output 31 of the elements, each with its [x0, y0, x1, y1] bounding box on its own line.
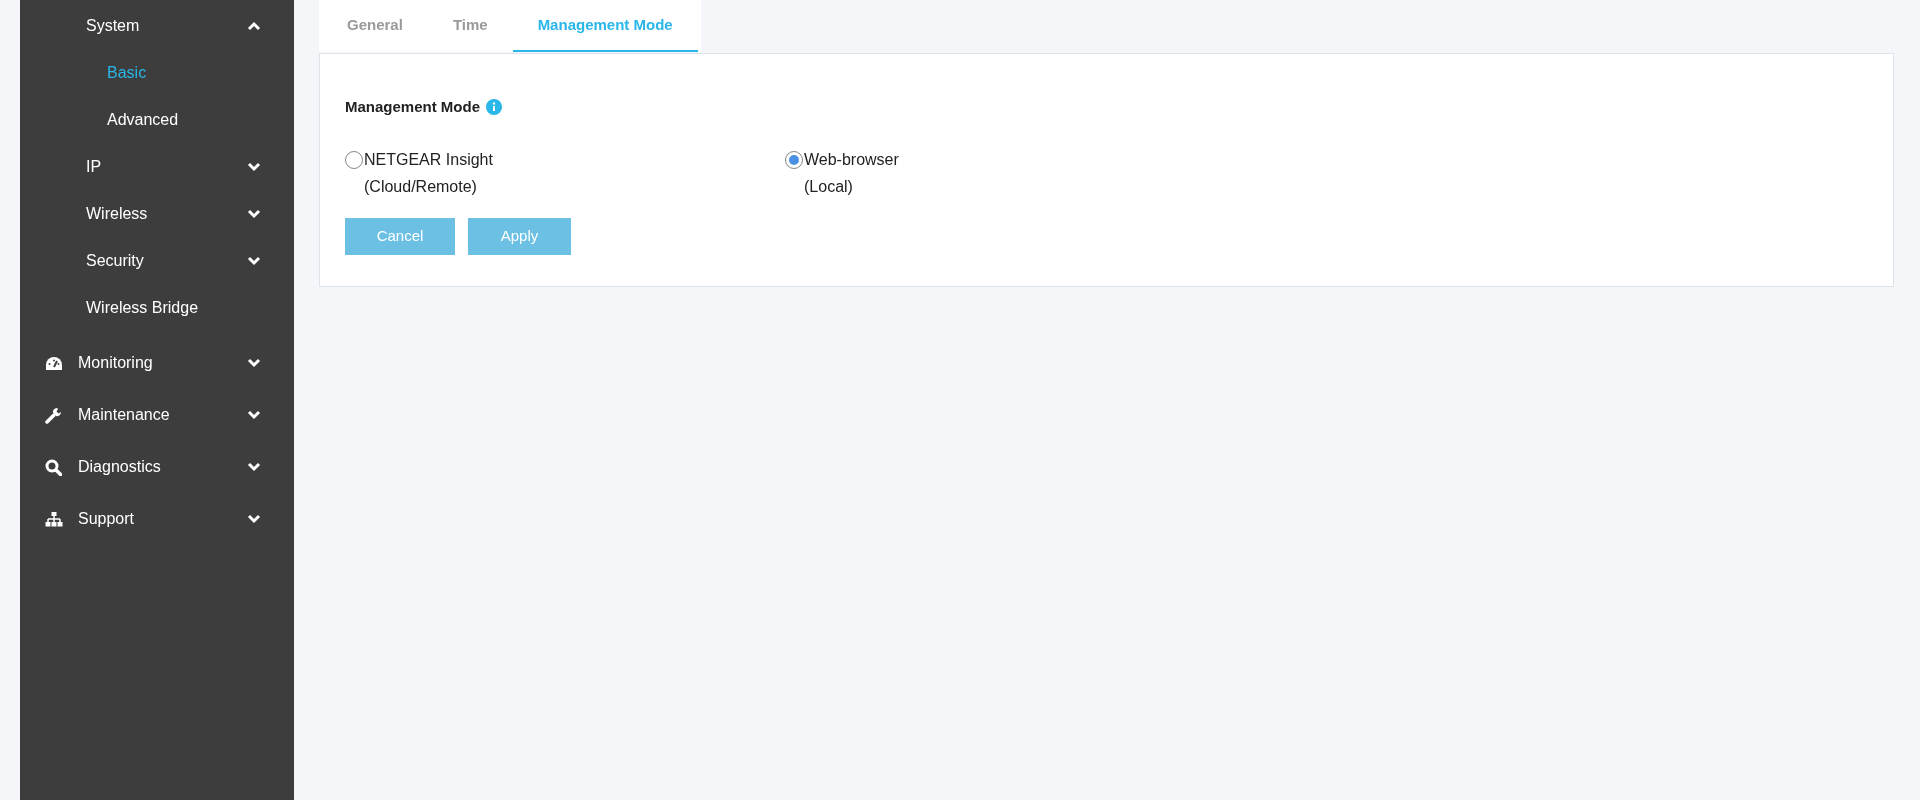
menu-item[interactable]: Monitoring	[78, 351, 153, 375]
menu-item[interactable]: System	[86, 13, 140, 38]
menu-item[interactable]: Advanced	[107, 107, 179, 132]
radio-sublabel: (Local)	[804, 176, 854, 197]
menu-item[interactable]: IP	[86, 154, 102, 179]
chevron-down-icon	[247, 514, 261, 524]
gauge-icon	[45, 355, 63, 371]
chevron-down-icon	[247, 358, 261, 368]
radio-button[interactable]	[345, 150, 363, 169]
radio-label: NETGEAR Insight	[364, 149, 493, 170]
chevron-up-icon	[247, 20, 261, 31]
menu-item[interactable]: Basic	[107, 60, 147, 85]
menu-item[interactable]: Wireless Bridge	[86, 295, 199, 320]
info-icon	[486, 99, 502, 116]
menu-item[interactable]: Security	[86, 248, 144, 273]
menu-item[interactable]: Diagnostics	[78, 455, 161, 479]
search-icon	[45, 458, 62, 476]
chevron-down-icon	[247, 462, 261, 472]
chevron-down-icon	[247, 255, 261, 266]
radio-button[interactable]	[785, 150, 803, 169]
section-heading: Management Mode	[345, 97, 480, 117]
menu-item[interactable]: Support	[78, 507, 135, 531]
menu-item[interactable]: Wireless	[86, 201, 148, 226]
sitemap-icon	[45, 511, 63, 527]
radio-sublabel: (Cloud/Remote)	[364, 176, 478, 197]
wrench-icon	[45, 406, 62, 424]
chevron-down-icon	[247, 208, 261, 219]
radio-label: Web-browser	[804, 149, 899, 170]
menu-item[interactable]: Maintenance	[78, 403, 170, 427]
chevron-down-icon	[247, 161, 261, 172]
chevron-down-icon	[247, 410, 261, 420]
